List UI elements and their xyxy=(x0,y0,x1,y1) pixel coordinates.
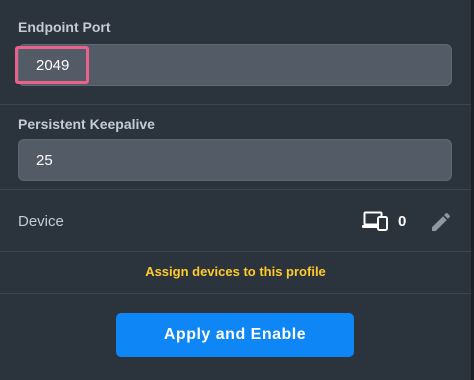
apply-and-enable-button[interactable]: Apply and Enable xyxy=(116,313,354,357)
pencil-icon[interactable] xyxy=(429,210,453,234)
persistent-keepalive-input[interactable] xyxy=(18,139,452,181)
endpoint-port-label: Endpoint Port xyxy=(18,19,111,35)
endpoint-port-input[interactable] xyxy=(18,44,452,86)
assign-devices-section: Assign devices to this profile xyxy=(0,251,471,294)
device-label: Device xyxy=(18,213,64,230)
device-row: Device 0 xyxy=(0,189,471,252)
profile-settings-panel: Endpoint Port Persistent Keepalive Devic… xyxy=(0,0,474,380)
endpoint-port-section: Endpoint Port xyxy=(0,0,471,105)
persistent-keepalive-label: Persistent Keepalive xyxy=(18,116,155,132)
device-count: 0 xyxy=(398,213,407,230)
persistent-keepalive-section: Persistent Keepalive xyxy=(0,104,471,190)
assign-devices-link[interactable]: Assign devices to this profile xyxy=(0,264,471,279)
devices-icon xyxy=(362,211,388,231)
